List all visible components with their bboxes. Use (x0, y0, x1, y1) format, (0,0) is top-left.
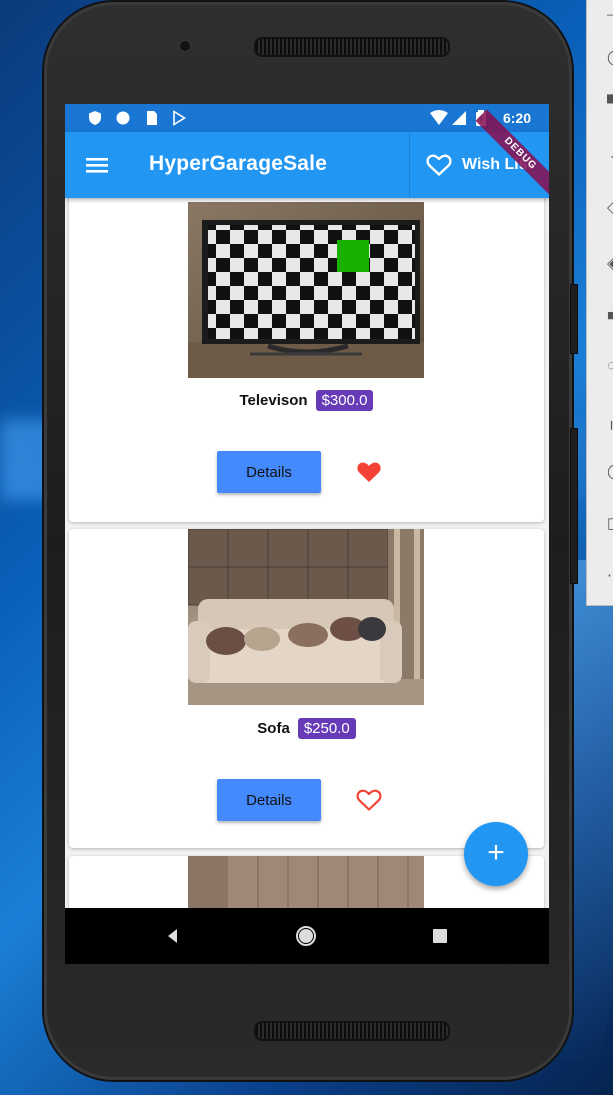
list-item: Sofa $250.0 Details (69, 529, 544, 848)
item-image (188, 202, 424, 378)
volume-up-icon[interactable]: ▀ (607, 96, 613, 112)
system-nav-bar (65, 908, 549, 964)
rotate-right-icon[interactable]: ◈ (607, 256, 613, 272)
item-image (188, 529, 424, 705)
play-store-icon (173, 110, 187, 126)
volume-down-icon[interactable]: ╶ (607, 150, 613, 166)
sync-circle-icon (116, 111, 130, 125)
back-icon[interactable] (161, 924, 185, 948)
item-title-row: Sofa $250.0 (69, 718, 544, 739)
home-icon[interactable]: ◯ (607, 464, 613, 480)
rotate-left-icon[interactable]: ◇ (607, 200, 613, 216)
power-button[interactable] (570, 284, 578, 354)
bottom-speaker (254, 1021, 450, 1041)
favorite-outline-icon[interactable] (356, 788, 382, 812)
item-title-row: Televison $300.0 (69, 390, 544, 411)
television-photo (188, 202, 424, 378)
wifi-icon (430, 110, 448, 125)
volume-rocker[interactable] (570, 428, 578, 584)
add-item-button[interactable]: + (464, 822, 528, 886)
overview-icon[interactable]: ▯ (607, 516, 613, 532)
price-badge: $300.0 (315, 390, 374, 411)
zoom-icon[interactable]: ◌ (607, 358, 613, 374)
back-icon[interactable]: ╷ (607, 414, 613, 430)
app-bar: HyperGarageSale Wish List DEBUG (65, 109, 549, 199)
top-speaker (254, 37, 450, 57)
sd-card-icon (147, 111, 157, 125)
power-icon[interactable]: ◯ (607, 50, 613, 66)
item-name: Televison (239, 392, 308, 409)
page-title: HyperGarageSale (149, 152, 328, 175)
recent-apps-icon[interactable] (428, 924, 452, 948)
favorite-filled-icon[interactable] (356, 460, 382, 484)
menu-icon[interactable] (85, 153, 109, 177)
sofa-photo (188, 529, 424, 705)
device-screen: 6:20 HyperGarageSale Wish List DEBUG Tel… (65, 104, 549, 964)
heart-outline-icon (426, 154, 452, 176)
more-icon[interactable]: ⋯ (607, 568, 613, 584)
signal-icon (452, 111, 466, 125)
list-item: Televison $300.0 Details (69, 198, 544, 522)
shield-icon (89, 111, 101, 125)
status-time: 6:20 (502, 110, 531, 126)
minimize-icon[interactable]: – (607, 6, 613, 22)
details-button[interactable]: Details (217, 451, 321, 493)
screenshot-icon[interactable]: ■ (607, 308, 613, 324)
emulator-toolbar: – ◯ ▀ ╶ ◇ ◈ ■ ◌ ╷ ◯ ▯ ⋯ (586, 0, 613, 606)
item-name: Sofa (257, 720, 290, 737)
details-button[interactable]: Details (217, 779, 321, 821)
front-camera (178, 39, 192, 53)
price-badge: $250.0 (297, 718, 356, 739)
home-icon[interactable] (294, 924, 318, 948)
